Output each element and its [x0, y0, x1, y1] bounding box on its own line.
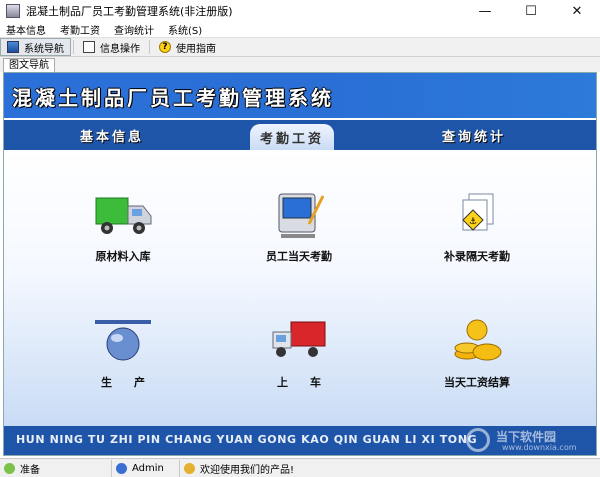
monitor-icon [7, 41, 19, 53]
page-title: 混凝土制品厂员工考勤管理系统 [12, 86, 334, 110]
daily-attendance-label: 员工当天考勤 [266, 250, 332, 263]
status-user: Admin [112, 459, 180, 477]
toolbar: 系统导航 信息操作 ? 使用指南 [0, 37, 600, 57]
documents-sign-icon: ⚓ [447, 190, 507, 242]
ready-icon [4, 462, 15, 474]
daily-wage-settlement-item[interactable]: 当天工资结算 [412, 316, 542, 390]
daily-attendance-item[interactable]: 员工当天考勤 [234, 190, 364, 264]
raw-material-entry-label: 原材料入库 [95, 250, 151, 263]
module-tabs: 基本信息 考勤工资 查询统计 [4, 118, 596, 150]
tab-query-stats[interactable]: 查询统计 [442, 126, 506, 145]
production-label: 生 产 [101, 376, 145, 389]
function-grid: 原材料入库 员工当天考勤 ⚓ 补录隔天考勤 生 产 上 车 当天工资结算 [4, 150, 596, 426]
loading-label: 上 车 [277, 376, 321, 389]
minimize-button[interactable]: — [462, 0, 508, 22]
menu-bar: 基本信息 考勤工资 查询统计 系统(S) [0, 22, 600, 37]
info-ops-label: 信息操作 [100, 43, 140, 55]
info-ops-button[interactable]: 信息操作 [76, 38, 147, 56]
status-ready: 准备 [0, 459, 112, 477]
raw-material-entry-item[interactable]: 原材料入库 [58, 190, 188, 264]
footer-pinyin: HUN NING TU ZHI PIN CHANG YUAN GONG KAO … [16, 433, 478, 446]
menu-attendance-wages[interactable]: 考勤工资 [54, 22, 108, 37]
backfill-attendance-item[interactable]: ⚓ 补录隔天考勤 [412, 190, 542, 264]
computer-icon [269, 190, 329, 242]
daily-wage-settlement-label: 当天工资结算 [444, 376, 510, 389]
status-ready-label: 准备 [20, 464, 40, 476]
pipe-icon [93, 316, 153, 368]
welcome-icon [184, 462, 195, 474]
production-item[interactable]: 生 产 [58, 316, 188, 390]
toolbar-divider [149, 40, 150, 54]
document-icon [83, 41, 95, 53]
svg-text:⚓: ⚓ [469, 217, 477, 227]
toolbar-divider [73, 40, 74, 54]
status-welcome: 欢迎使用我们的产品! [180, 460, 600, 477]
menu-system[interactable]: 系统(S) [162, 22, 210, 37]
app-icon [6, 4, 20, 18]
tab-graphic-nav[interactable]: 图文导航 [3, 58, 55, 72]
document-tabs: 图文导航 [0, 57, 600, 72]
header-banner: 混凝土制品厂员工考勤管理系统 [4, 73, 596, 118]
footer-bar: HUN NING TU ZHI PIN CHANG YUAN GONG KAO … [4, 426, 596, 455]
close-button[interactable]: ✕ [554, 0, 600, 22]
maximize-button[interactable]: ☐ [508, 0, 554, 22]
menu-basic-info[interactable]: 基本信息 [0, 22, 54, 37]
status-user-label: Admin [132, 462, 164, 474]
title-bar: 混凝土制品厂员工考勤管理系统(非注册版) — ☐ ✕ [0, 0, 600, 22]
watermark: 当下软件园 www.downxia.com [466, 426, 586, 455]
status-bar: 准备 Admin 欢迎使用我们的产品! [0, 458, 600, 477]
system-nav-label: 系统导航 [24, 43, 64, 55]
watermark-url: www.downxia.com [502, 443, 577, 452]
window-title: 混凝土制品厂员工考勤管理系统(非注册版) [26, 5, 233, 18]
backfill-attendance-label: 补录隔天考勤 [444, 250, 510, 263]
tab-attendance-wages[interactable]: 考勤工资 [250, 124, 335, 150]
truck-red-icon [269, 316, 329, 368]
loading-item[interactable]: 上 车 [234, 316, 364, 390]
status-welcome-label: 欢迎使用我们的产品! [200, 464, 295, 476]
system-nav-button[interactable]: 系统导航 [0, 38, 71, 56]
truck-green-icon [93, 190, 153, 242]
user-guide-label: 使用指南 [176, 43, 216, 55]
watermark-logo-icon [466, 428, 490, 452]
window-controls: — ☐ ✕ [462, 0, 600, 22]
tab-basic-info[interactable]: 基本信息 [80, 126, 144, 145]
gold-coins-icon [447, 316, 507, 368]
navigation-panel: 混凝土制品厂员工考勤管理系统 基本信息 考勤工资 查询统计 原材料入库 员工当天… [3, 72, 597, 456]
menu-query-stats[interactable]: 查询统计 [108, 22, 162, 37]
user-icon [116, 462, 127, 474]
help-icon: ? [159, 41, 171, 53]
user-guide-button[interactable]: ? 使用指南 [152, 38, 223, 56]
